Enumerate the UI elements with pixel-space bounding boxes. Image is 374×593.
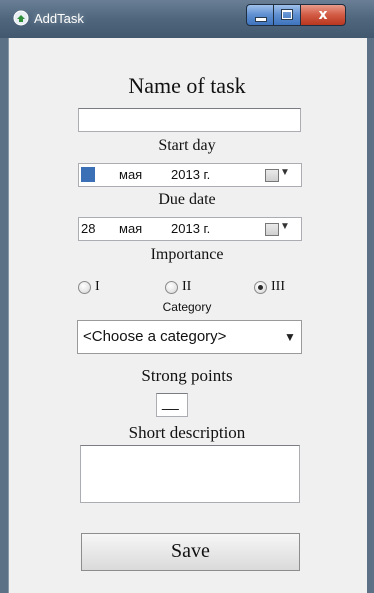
calendar-icon[interactable] [265,169,279,182]
category-dropdown[interactable]: <Choose a category> ▼ [77,320,302,354]
due-date-label: Due date [158,191,216,208]
importance-option-1-label: I [95,279,100,294]
importance-option-3-label: III [271,279,285,294]
importance-radio-2[interactable] [165,281,178,294]
close-icon: x [318,7,328,23]
due-date-picker[interactable]: 28 мая 2013 г. ▼ [78,217,302,241]
chevron-down-icon[interactable]: ▼ [280,167,290,178]
minimize-button[interactable] [246,4,274,26]
importance-label: Importance [150,246,224,263]
maximize-button[interactable] [273,4,301,26]
calendar-icon[interactable] [265,223,279,236]
category-label: Category [162,300,212,314]
window-frame-left [0,38,8,593]
start-day-day-field[interactable] [81,167,95,182]
strong-points-value: __ [162,394,179,411]
app-icon [13,10,29,26]
window-frame-right [366,38,374,593]
importance-radio-3[interactable] [254,281,267,294]
short-description-textarea[interactable] [80,445,300,503]
strong-points-input[interactable]: __ [156,393,188,417]
minimize-icon [255,17,267,22]
start-day-month[interactable]: мая [119,167,142,182]
importance-option-2-label: II [182,279,192,294]
maximize-icon [281,9,293,20]
title-bar[interactable]: AddTask x [0,0,374,39]
category-selected-value: <Choose a category> [83,328,227,345]
close-button[interactable]: x [300,4,346,26]
start-day-year[interactable]: 2013 г. [171,167,210,182]
short-description-label: Short description [128,423,246,442]
name-of-task-label: Name of task [128,73,246,98]
due-date-month[interactable]: мая [119,221,142,236]
due-date-day[interactable]: 28 [81,221,95,236]
due-date-year[interactable]: 2013 г. [171,221,210,236]
strong-points-label: Strong points [141,366,233,385]
save-button-label: Save [171,540,210,562]
chevron-down-icon[interactable]: ▼ [280,221,290,232]
importance-radio-1[interactable] [78,281,91,294]
save-button[interactable]: Save [81,533,300,571]
chevron-down-icon[interactable]: ▼ [284,330,296,344]
start-day-picker[interactable]: мая 2013 г. ▼ [78,163,302,187]
task-name-input[interactable] [78,108,301,132]
start-day-label: Start day [158,137,216,154]
window-title: AddTask [34,11,84,26]
